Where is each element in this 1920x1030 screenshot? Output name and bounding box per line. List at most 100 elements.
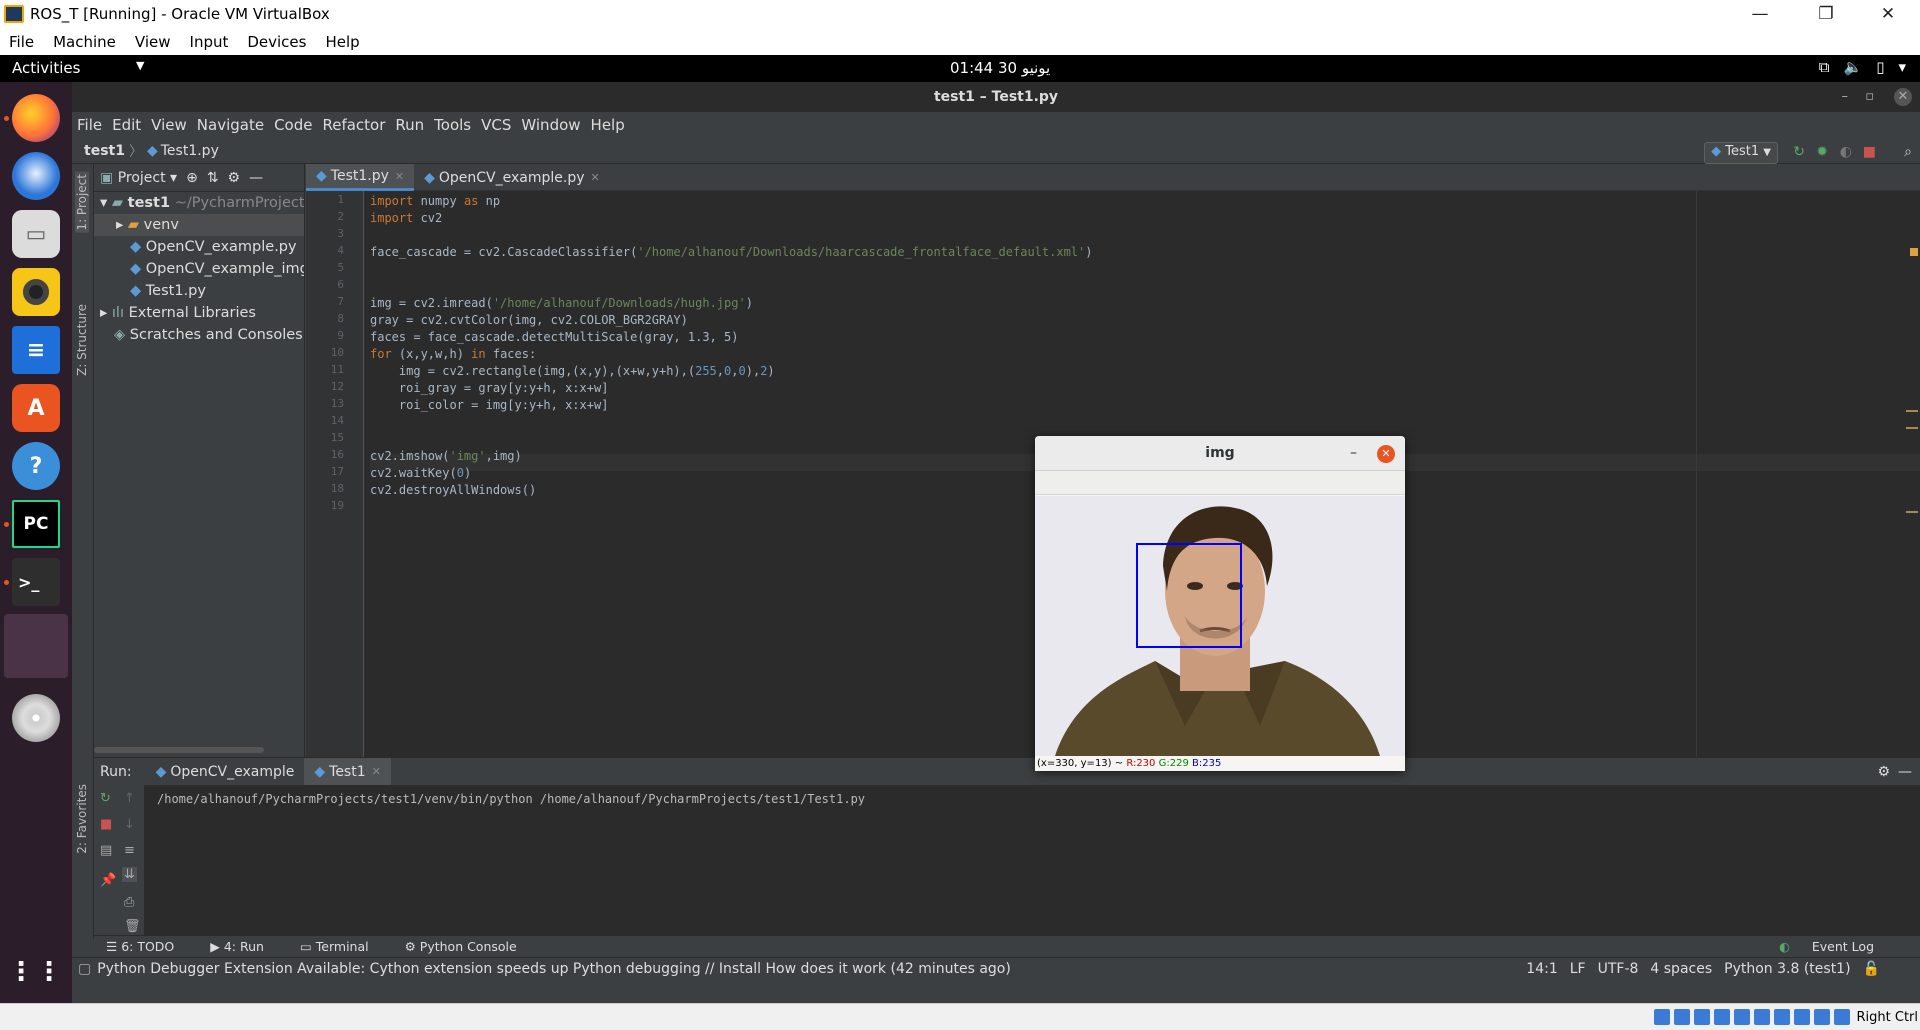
tree-item-opencv-example[interactable]: ◆ OpenCV_example.py [94, 236, 304, 258]
menu-help[interactable]: Help [586, 116, 630, 134]
breadcrumb-file[interactable]: Test1.py [161, 143, 219, 159]
code-line[interactable]: cv2.imshow('img',img) [370, 448, 522, 465]
pycharm-maximize-button[interactable]: ▫ [1865, 82, 1874, 112]
mouse-integration-icon[interactable] [1814, 1009, 1830, 1025]
minimize-button[interactable]: — [1732, 0, 1788, 28]
code-line[interactable]: cv2.destroyAllWindows() [370, 482, 536, 499]
menu-vcs[interactable]: VCS [476, 116, 516, 134]
terminal-tab[interactable]: ▭ Terminal [300, 939, 387, 954]
down-icon[interactable]: ↓ [124, 817, 135, 832]
caret-position[interactable]: 14:1 [1526, 961, 1557, 977]
pycharm-icon[interactable]: PC [12, 500, 60, 548]
tree-item-opencv-example-img[interactable]: ◆ OpenCV_example_img [94, 258, 304, 280]
code-line[interactable]: cv2.waitKey(0) [370, 465, 471, 482]
tab-structure[interactable]: Z: Structure [75, 304, 89, 376]
collapse-icon[interactable]: ⇅ [207, 170, 219, 186]
menu-edit[interactable]: Edit [107, 116, 146, 134]
close-button[interactable]: ✕ [1860, 0, 1916, 28]
menu-tools[interactable]: Tools [429, 116, 476, 134]
pycharm-minimize-button[interactable]: – [1842, 82, 1849, 112]
tab-test1-py[interactable]: ◆ Test1.py ✕ [306, 164, 415, 191]
tab-opencv-example-py[interactable]: ◆ OpenCV_example.py ✕ [414, 164, 610, 191]
file-encoding[interactable]: UTF-8 [1598, 961, 1639, 977]
unknown-app-icon[interactable] [4, 614, 68, 678]
stop-icon[interactable]: ■ [100, 817, 112, 832]
menu-view[interactable]: View [146, 116, 192, 134]
project-horizontal-scrollbar[interactable] [94, 747, 264, 753]
code-line[interactable]: import numpy as np [370, 193, 500, 210]
menu-run[interactable]: Run [390, 116, 429, 134]
project-view-select[interactable]: ▣ Project ▾ [100, 170, 177, 186]
locate-icon[interactable]: ⊕ [186, 170, 198, 186]
usb-icon[interactable] [1734, 1009, 1750, 1025]
menu-file[interactable]: File [72, 116, 107, 134]
pin-icon[interactable]: 📌 [100, 873, 116, 888]
vbox-menu-input[interactable]: Input [181, 33, 239, 51]
warning-marker[interactable] [1910, 248, 1918, 256]
tree-item-test1[interactable]: ▾ ▰ test1 ~/PycharmProjects [94, 192, 304, 214]
show-applications-icon[interactable]: ⋮⋮ [8, 948, 62, 996]
vbox-menu-help[interactable]: Help [316, 33, 369, 51]
run-tab[interactable]: ▶ 4: Run [210, 939, 282, 954]
code-line[interactable]: gray = cv2.cvtColor(img, cv2.COLOR_BGR2G… [370, 312, 688, 329]
activities-button[interactable]: Activities [12, 59, 80, 77]
close-tab-icon[interactable]: ✕ [591, 171, 600, 184]
libreoffice-writer-icon[interactable]: ≡ [12, 326, 60, 374]
scroll-marker[interactable] [1906, 511, 1918, 513]
audio-icon[interactable] [1694, 1009, 1710, 1025]
vbox-menu-view[interactable]: View [126, 33, 181, 51]
code-line[interactable]: img = cv2.imread('/home/alhanouf/Downloa… [370, 295, 753, 312]
pycharm-close-button[interactable]: ✕ [1894, 88, 1912, 106]
gear-icon[interactable]: ⚙ [228, 170, 241, 186]
coverage-icon[interactable]: ◐ [1840, 144, 1852, 160]
code-line[interactable]: face_cascade = cv2.CascadeClassifier('/h… [370, 244, 1092, 261]
soft-wrap-icon[interactable]: ≡ [124, 843, 135, 858]
terminal-icon[interactable]: >_ [12, 558, 60, 606]
event-log-tab[interactable]: ◐ Event Log [1779, 939, 1892, 954]
system-tray[interactable]: ⧉ 🔈 ▯ ▾ [1819, 58, 1906, 76]
gear-icon[interactable]: ⚙ [1877, 764, 1890, 780]
close-tab-icon[interactable]: ✕ [395, 170, 404, 183]
img-minimize-button[interactable]: – [1350, 436, 1357, 471]
restore-button[interactable]: ❐ [1798, 0, 1854, 28]
tab-favorites[interactable]: 2: Favorites [75, 784, 89, 854]
scroll-marker[interactable] [1906, 427, 1918, 429]
code-line[interactable]: img = cv2.rectangle(img,(x,y),(x+w,y+h),… [370, 363, 775, 380]
menu-navigate[interactable]: Navigate [192, 116, 269, 134]
code-line[interactable]: for (x,y,w,h) in faces: [370, 346, 536, 363]
keyboard-capture-icon[interactable] [1834, 1009, 1850, 1025]
thunderbird-icon[interactable] [12, 152, 60, 200]
run-config-select[interactable]: ◆ Test1 ▼ [1704, 142, 1778, 164]
menu-code[interactable]: Code [269, 116, 317, 134]
display-icon[interactable] [1774, 1009, 1790, 1025]
run-tab-opencv-example[interactable]: ◆ OpenCV_example [146, 758, 305, 786]
rhythmbox-icon[interactable] [12, 268, 60, 316]
optical-drive-icon[interactable] [1674, 1009, 1690, 1025]
firefox-icon[interactable] [12, 94, 60, 142]
shared-folders-icon[interactable] [1754, 1009, 1770, 1025]
code-line[interactable]: import cv2 [370, 210, 442, 227]
python-interpreter[interactable]: Python 3.8 (test1) [1724, 961, 1850, 977]
run-tab-test1[interactable]: ◆ Test1 ✕ [304, 757, 391, 786]
hide-icon[interactable]: — [249, 170, 263, 186]
python-console-tab[interactable]: ⚙ Python Console [405, 939, 535, 954]
vbox-menu-devices[interactable]: Devices [238, 33, 316, 51]
scroll-marker[interactable] [1906, 410, 1918, 412]
run-output[interactable]: /home/alhanouf/PycharmProjects/test1/ven… [157, 792, 865, 806]
print-icon[interactable]: ⎙ [124, 895, 134, 910]
ubuntu-software-icon[interactable]: A [12, 384, 60, 432]
hard-disk-icon[interactable] [1654, 1009, 1670, 1025]
indent-setting[interactable]: 4 spaces [1650, 961, 1712, 977]
tree-item-test1-py[interactable]: ◆ Test1.py [94, 280, 304, 302]
close-tab-icon[interactable]: ✕ [372, 765, 381, 778]
vbox-menu-machine[interactable]: Machine [44, 33, 126, 51]
code-line[interactable]: roi_color = img[y:y+h, x:x+w] [370, 397, 609, 414]
clock[interactable]: 01:44 30 يونيو [950, 59, 1050, 77]
status-message[interactable]: Python Debugger Extension Available: Cyt… [97, 961, 1011, 977]
debug-icon[interactable]: ✹ [1816, 144, 1828, 160]
layout-icon[interactable]: ▤ [100, 843, 112, 858]
todo-tab[interactable]: ☰ 6: TODO [106, 939, 192, 954]
video-capture-icon[interactable] [1794, 1009, 1810, 1025]
img-close-button[interactable]: ✕ [1377, 445, 1395, 463]
lock-icon[interactable]: 🔓 [1863, 961, 1880, 977]
